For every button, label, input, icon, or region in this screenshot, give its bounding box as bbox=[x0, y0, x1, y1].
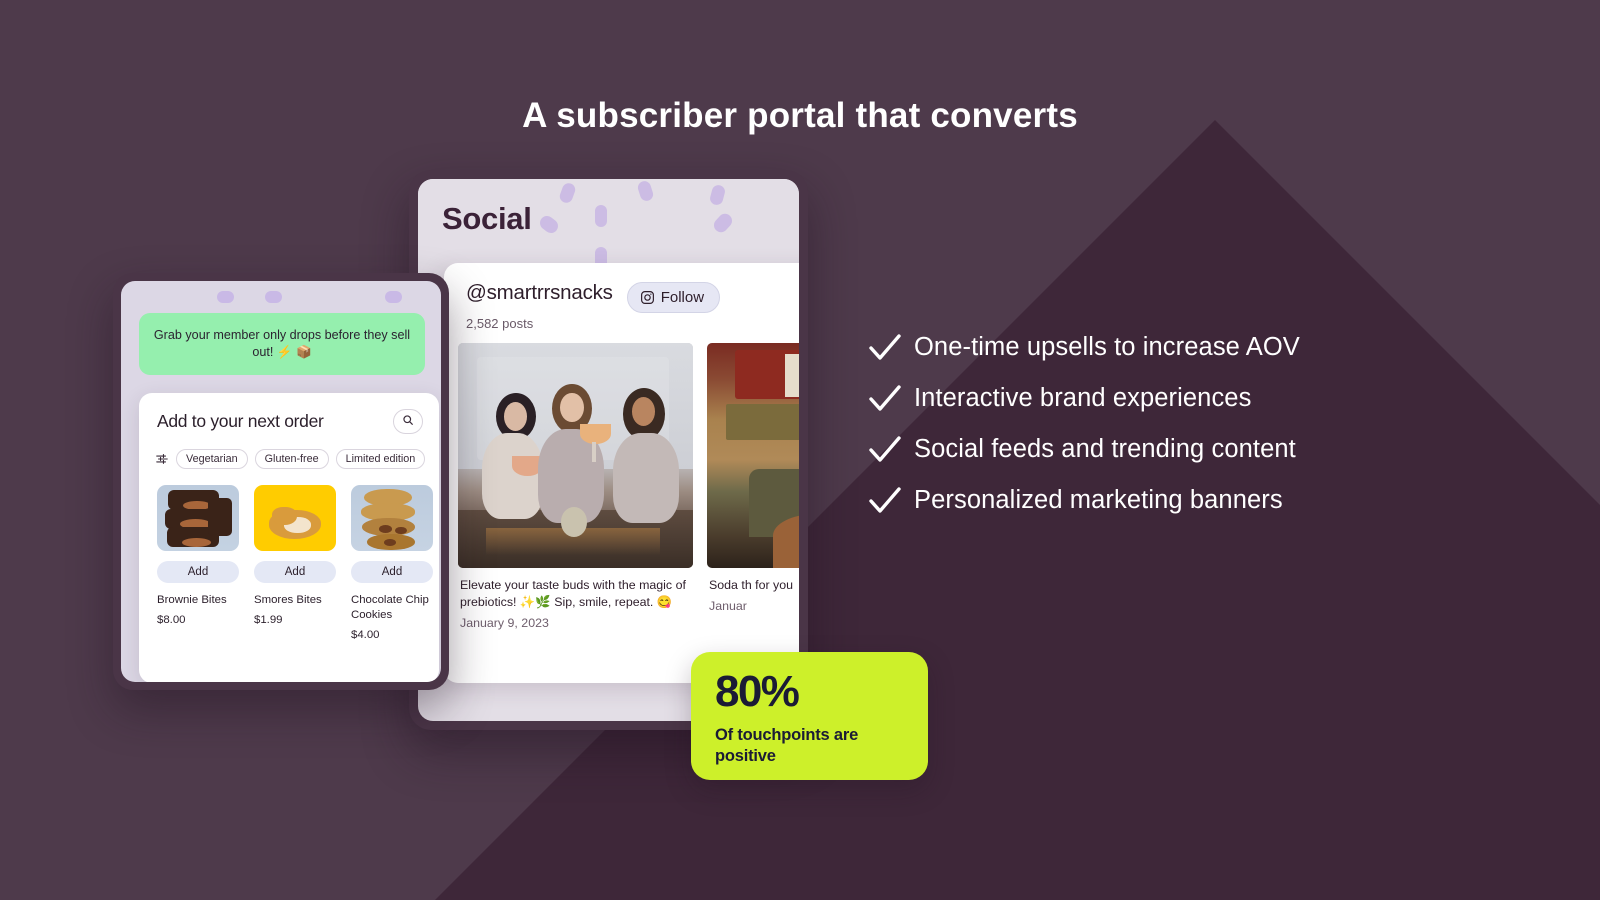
checklist-item-label: Social feeds and trending content bbox=[914, 435, 1296, 463]
search-icon bbox=[402, 413, 414, 431]
product-name: Chocolate Chip Cookies bbox=[351, 594, 429, 622]
feed-post-list: Elevate your taste buds with the magic o… bbox=[444, 331, 799, 630]
confetti-dot bbox=[265, 291, 282, 303]
post-date: Januar bbox=[709, 598, 747, 613]
filter-chip-gluten-free[interactable]: Gluten-free bbox=[254, 449, 329, 469]
check-icon bbox=[868, 486, 914, 516]
account-handle: @smartrrsnacks bbox=[466, 281, 613, 304]
post-photo bbox=[458, 343, 693, 568]
check-icon bbox=[868, 435, 914, 465]
checklist-item-label: Interactive brand experiences bbox=[914, 384, 1252, 412]
add-to-order-button[interactable]: Add bbox=[254, 561, 336, 583]
product-card[interactable]: Add Brownie Bites $8.00 bbox=[157, 485, 239, 641]
confetti-dot bbox=[217, 291, 234, 303]
post-date: January 9, 2023 bbox=[460, 615, 549, 630]
stat-label: Of touchpoints are positive bbox=[715, 726, 859, 766]
checklist-item: Personalized marketing banners bbox=[868, 475, 1488, 526]
instagram-icon bbox=[640, 290, 655, 305]
stat-value: 80% bbox=[715, 667, 800, 716]
product-screen: Grab your member only drops before they … bbox=[121, 281, 441, 682]
product-card[interactable]: Add Chocolate Chip Cookies $4.00 bbox=[351, 485, 433, 641]
party-photo-illustration bbox=[458, 343, 693, 568]
search-button[interactable] bbox=[393, 409, 423, 434]
stat-badge: 80% Of touchpoints are positive bbox=[691, 652, 928, 780]
product-price: $4.00 bbox=[351, 629, 380, 642]
product-image bbox=[157, 485, 239, 551]
add-to-order-button[interactable]: Add bbox=[157, 561, 239, 583]
check-icon bbox=[868, 333, 914, 363]
social-header: Social bbox=[418, 179, 799, 269]
checklist-item: Social feeds and trending content bbox=[868, 424, 1488, 475]
confetti-dot bbox=[636, 179, 655, 203]
slide-canvas: A subscriber portal that converts Social… bbox=[0, 0, 1600, 900]
confetti-dot bbox=[708, 183, 727, 207]
chocolate-chip-cookies-illustration bbox=[351, 485, 433, 551]
brownie-bites-illustration bbox=[157, 485, 239, 551]
filter-sliders-icon[interactable] bbox=[155, 452, 169, 466]
feed-post[interactable]: Elevate your taste buds with the magic o… bbox=[458, 343, 693, 630]
order-panel: Add to your next order Vegetarian Gluten… bbox=[139, 393, 439, 682]
promo-banner: Grab your member only drops before they … bbox=[139, 313, 425, 375]
confetti-dot bbox=[537, 213, 561, 236]
confetti-dot bbox=[711, 210, 735, 236]
social-heading: Social bbox=[442, 201, 532, 236]
page-title: A subscriber portal that converts bbox=[522, 96, 1078, 135]
product-name: Smores Bites bbox=[254, 594, 322, 606]
social-feed-card: @smartrrsnacks Follow 2,582 posts Elevat… bbox=[444, 263, 799, 683]
checklist-item-label: One-time upsells to increase AOV bbox=[914, 333, 1300, 361]
filter-chip-limited-edition[interactable]: Limited edition bbox=[335, 449, 426, 469]
product-price: $1.99 bbox=[254, 614, 283, 627]
post-caption: Soda th for you bbox=[709, 578, 794, 592]
social-screen: Social @smartrrsnacks Follow 2,582 posts… bbox=[418, 179, 799, 721]
post-caption: Elevate your taste buds with the magic o… bbox=[460, 578, 686, 609]
product-card[interactable]: Add Smores Bites $1.99 bbox=[254, 485, 336, 641]
product-image bbox=[351, 485, 433, 551]
smores-bites-illustration bbox=[254, 485, 336, 551]
order-panel-title: Add to your next order bbox=[157, 411, 324, 431]
add-to-order-button[interactable]: Add bbox=[351, 561, 433, 583]
follow-button-label: Follow bbox=[660, 289, 705, 306]
feed-post[interactable]: Soda th for you Januar bbox=[707, 343, 799, 630]
product-price: $8.00 bbox=[157, 614, 186, 627]
follow-button[interactable]: Follow bbox=[626, 282, 721, 313]
order-panel-header: Add to your next order bbox=[139, 409, 439, 434]
product-list: Add Brownie Bites $8.00 Add Smores Bites… bbox=[139, 469, 439, 641]
post-photo bbox=[707, 343, 799, 568]
account-row: @smartrrsnacks Follow bbox=[444, 263, 799, 313]
confetti-dot bbox=[595, 205, 607, 227]
checklist-item: One-time upsells to increase AOV bbox=[868, 322, 1488, 373]
social-phone-mockup: Social @smartrrsnacks Follow 2,582 posts… bbox=[409, 170, 808, 730]
soda-photo-illustration bbox=[707, 343, 799, 568]
account-post-count: 2,582 posts bbox=[466, 316, 534, 331]
check-icon bbox=[868, 384, 914, 414]
confetti-dot bbox=[385, 291, 402, 303]
filter-chip-vegetarian[interactable]: Vegetarian bbox=[176, 449, 248, 469]
product-image bbox=[254, 485, 336, 551]
feature-checklist: One-time upsells to increase AOV Interac… bbox=[868, 322, 1488, 526]
product-name: Brownie Bites bbox=[157, 594, 227, 606]
checklist-item: Interactive brand experiences bbox=[868, 373, 1488, 424]
filter-chips-row: Vegetarian Gluten-free Limited edition bbox=[139, 434, 439, 469]
confetti-dot bbox=[557, 181, 578, 205]
promo-banner-text: Grab your member only drops before they … bbox=[153, 327, 411, 359]
checklist-item-label: Personalized marketing banners bbox=[914, 486, 1283, 514]
product-phone-mockup: Grab your member only drops before they … bbox=[113, 273, 449, 690]
